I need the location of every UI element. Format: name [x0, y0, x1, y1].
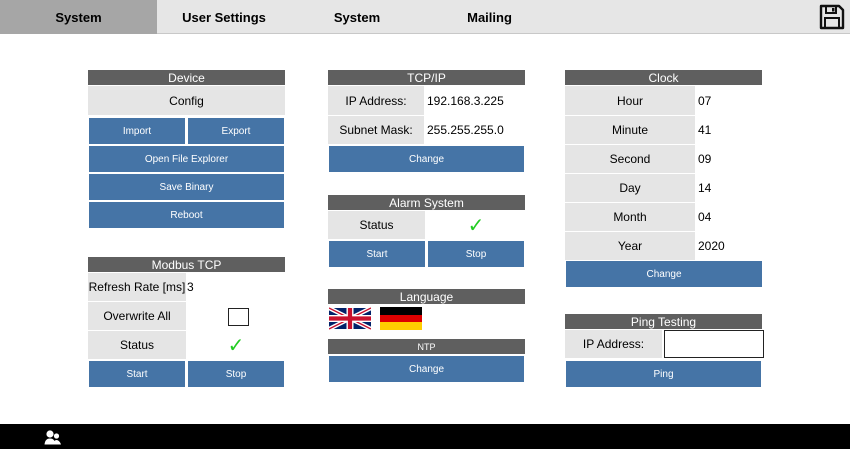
overwrite-all-label: Overwrite All — [88, 302, 186, 330]
tab-system-2[interactable]: System — [291, 0, 423, 34]
save-icon[interactable] — [818, 3, 846, 31]
clock-year-value[interactable]: 2020 — [698, 232, 762, 260]
language-header: Language — [328, 289, 525, 304]
alarm-status-check-icon: ✓ — [467, 214, 485, 237]
ping-header: Ping Testing — [565, 314, 762, 329]
modbus-stop-button[interactable]: Stop — [187, 360, 285, 388]
clock-day-value[interactable]: 14 — [698, 174, 762, 202]
export-button[interactable]: Export — [187, 117, 285, 145]
alarm-status-label: Status — [328, 211, 425, 239]
overwrite-all-checkbox[interactable] — [228, 308, 249, 326]
clock-minute-label: Minute — [565, 116, 695, 144]
clock-header: Clock — [565, 70, 762, 85]
modbus-status-check-icon: ✓ — [227, 334, 245, 357]
subnet-mask-label: Subnet Mask: — [328, 116, 424, 144]
clock-second-value[interactable]: 09 — [698, 145, 762, 173]
device-header: Device — [88, 70, 285, 85]
clock-month-value[interactable]: 04 — [698, 203, 762, 231]
ping-ip-input[interactable] — [664, 330, 764, 358]
ntp-header: NTP — [328, 339, 525, 354]
alarm-header: Alarm System — [328, 195, 525, 210]
modbus-header: Modbus TCP — [88, 257, 285, 272]
refresh-rate-value[interactable]: 3 — [187, 273, 285, 301]
alarm-stop-button[interactable]: Stop — [427, 240, 525, 268]
tab-user-settings[interactable]: User Settings — [157, 0, 291, 34]
subnet-mask-value[interactable]: 255.255.255.0 — [427, 116, 525, 144]
clock-second-label: Second — [565, 145, 695, 173]
tcpip-header: TCP/IP — [328, 70, 525, 85]
ping-ip-label: IP Address: — [565, 330, 662, 358]
clock-year-label: Year — [565, 232, 695, 260]
clock-change-button[interactable]: Change — [565, 260, 763, 288]
ping-button[interactable]: Ping — [565, 360, 762, 388]
tab-system[interactable]: System — [0, 0, 157, 34]
germany-flag-icon[interactable] — [380, 307, 422, 330]
refresh-rate-label: Refresh Rate [ms] — [88, 273, 186, 301]
bottom-bar — [0, 424, 850, 449]
clock-hour-label: Hour — [565, 86, 695, 115]
clock-day-label: Day — [565, 174, 695, 202]
reboot-button[interactable]: Reboot — [88, 201, 285, 229]
modbus-status-label: Status — [88, 331, 186, 359]
ip-address-value[interactable]: 192.168.3.225 — [427, 86, 525, 115]
clock-minute-value[interactable]: 41 — [698, 116, 762, 144]
open-file-explorer-button[interactable]: Open File Explorer — [88, 145, 285, 173]
import-button[interactable]: Import — [88, 117, 186, 145]
ntp-change-button[interactable]: Change — [328, 355, 525, 383]
clock-hour-value[interactable]: 07 — [698, 86, 762, 115]
user-icon[interactable] — [44, 429, 62, 445]
clock-month-label: Month — [565, 203, 695, 231]
alarm-start-button[interactable]: Start — [328, 240, 426, 268]
tab-mailing[interactable]: Mailing — [423, 0, 556, 34]
tcpip-change-button[interactable]: Change — [328, 145, 525, 173]
modbus-start-button[interactable]: Start — [88, 360, 186, 388]
device-config-label: Config — [88, 86, 285, 115]
save-binary-button[interactable]: Save Binary — [88, 173, 285, 201]
ip-address-label: IP Address: — [328, 86, 424, 115]
uk-flag-icon[interactable] — [328, 306, 372, 331]
